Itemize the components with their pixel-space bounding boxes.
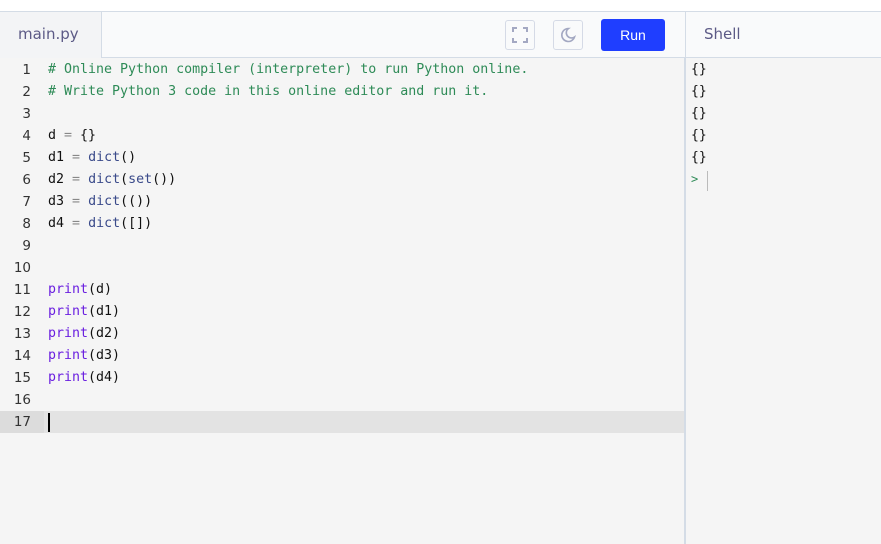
run-button[interactable]: Run [601, 19, 665, 51]
code-text: print(d2) [48, 326, 121, 341]
top-bar: main.py Run Shell [0, 11, 881, 58]
code-line[interactable]: 2 # Write Python 3 code in this online ed… [0, 81, 684, 103]
code-line[interactable]: 14 print(d3) [0, 345, 684, 367]
line-number: 4 [22, 128, 31, 144]
code-text: # Write Python 3 code in this online edi… [48, 84, 489, 99]
code-line[interactable]: 13 print(d2) [0, 323, 684, 345]
shell-output-line: {} [691, 106, 707, 121]
code-line[interactable]: 16 [0, 389, 684, 411]
tab-main-py[interactable]: main.py [0, 12, 102, 58]
line-number: 15 [13, 370, 31, 386]
code-text: print(d) [48, 282, 113, 297]
tab-label: main.py [18, 25, 79, 43]
line-number: 14 [13, 348, 31, 364]
code-text: d3 = dict(()) [48, 194, 153, 209]
line-number: 1 [22, 62, 31, 78]
shell-header: Shell [685, 12, 881, 58]
fullscreen-icon [512, 27, 528, 43]
line-number: 6 [22, 172, 31, 188]
line-number: 16 [13, 392, 31, 408]
theme-toggle-button[interactable] [553, 20, 583, 50]
code-line[interactable]: 1 # Online Python compiler (interpreter) … [0, 59, 684, 81]
code-text: print(d1) [48, 304, 121, 319]
code-text: d4 = dict([]) [48, 216, 153, 231]
code-line[interactable]: 15 print(d4) [0, 367, 684, 389]
shell-panel[interactable]: > {} {} {} {} {} [685, 58, 881, 544]
shell-output-line: {} [691, 84, 707, 99]
code-line[interactable]: 11 print(d) [0, 279, 684, 301]
code-text: d1 = dict() [48, 150, 137, 165]
line-number: 11 [13, 282, 31, 298]
line-number: 2 [22, 84, 31, 100]
code-text: # Online Python compiler (interpreter) t… [48, 62, 529, 77]
shell-title: Shell [704, 25, 741, 43]
code-line[interactable]: 17 [0, 411, 684, 433]
code-text: d2 = dict(set()) [48, 172, 177, 187]
shell-output-line: {} [691, 62, 707, 77]
code-line[interactable]: 5 d1 = dict() [0, 147, 684, 169]
line-number: 12 [13, 304, 31, 320]
fullscreen-button[interactable] [505, 20, 535, 50]
line-number: 8 [22, 216, 31, 232]
shell-cursor [707, 171, 708, 191]
text-cursor [48, 413, 50, 432]
shell-output-line: {} [691, 128, 707, 143]
code-text: print(d4) [48, 370, 121, 385]
shell-output-line: {} [691, 150, 707, 165]
code-line[interactable]: 8 d4 = dict([]) [0, 213, 684, 235]
line-number: 17 [0, 411, 44, 433]
shell-prompt: > [691, 172, 699, 186]
line-number: 10 [13, 260, 31, 276]
code-line[interactable]: 6 d2 = dict(set()) [0, 169, 684, 191]
code-line[interactable]: 3 [0, 103, 684, 125]
line-number: 13 [13, 326, 31, 342]
code-text: print(d3) [48, 348, 121, 363]
code-line[interactable]: 7 d3 = dict(()) [0, 191, 684, 213]
code-line[interactable]: 12 print(d1) [0, 301, 684, 323]
code-line[interactable]: 10 [0, 257, 684, 279]
line-number: 3 [22, 106, 31, 122]
code-line[interactable]: 9 [0, 235, 684, 257]
code-text: d = {} [48, 128, 97, 143]
code-editor[interactable]: 1 # Online Python compiler (interpreter) … [0, 58, 685, 544]
line-number: 7 [22, 194, 31, 210]
moon-icon [561, 27, 577, 43]
code-line[interactable]: 4 d = {} [0, 125, 684, 147]
line-number: 9 [22, 238, 31, 254]
line-number: 5 [22, 150, 31, 166]
